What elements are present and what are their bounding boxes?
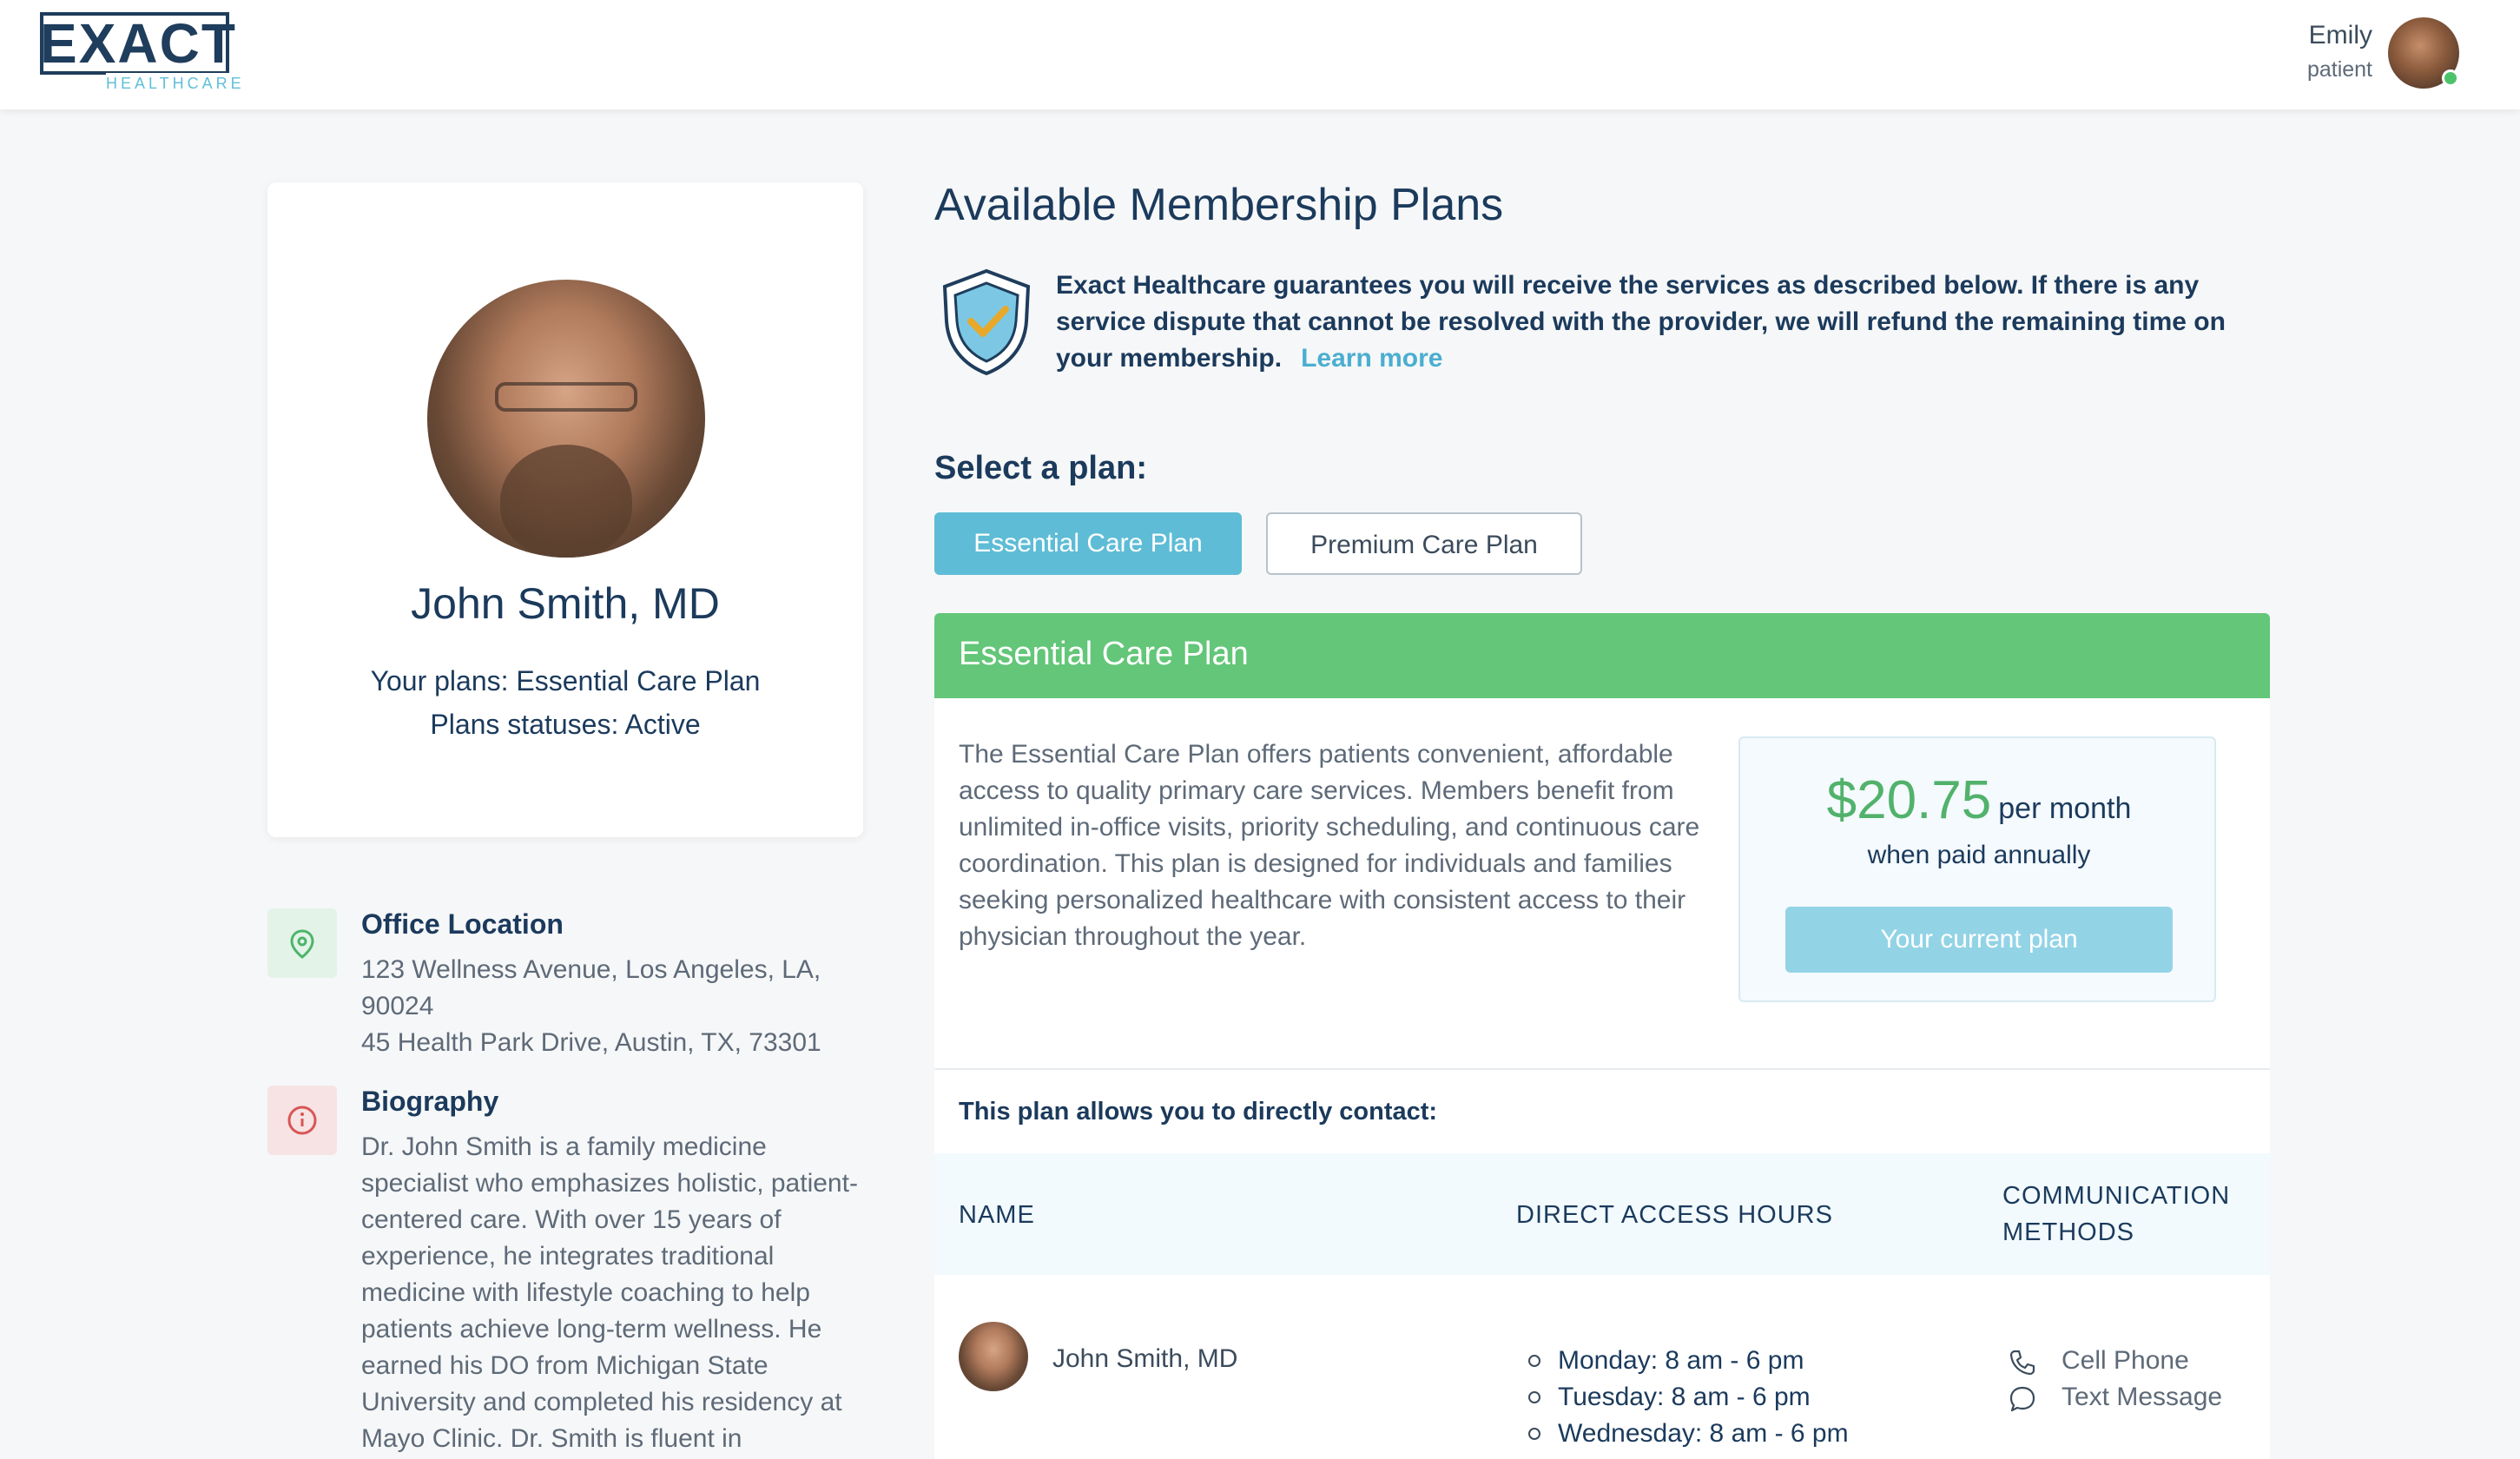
plan-details-card: Essential Care Plan The Essential Care P… — [934, 613, 2270, 1459]
price-line: $20.75 per month — [1740, 769, 2218, 831]
select-plan-label: Select a plan: — [934, 450, 1147, 486]
comm-method-text-message: Text Message — [2008, 1379, 2222, 1416]
hours-item: Monday: 8 am - 6 pm — [1528, 1343, 1849, 1379]
online-status-dot — [2442, 69, 2459, 87]
contact-avatar — [959, 1322, 1028, 1391]
current-plan-button[interactable]: Your current plan — [1785, 907, 2173, 973]
photo-glasses-shape — [495, 382, 637, 412]
info-icon — [287, 1106, 317, 1135]
photo-beard-shape — [500, 445, 632, 558]
hours-text: Wednesday: 8 am - 6 pm — [1558, 1419, 1849, 1448]
column-header-name: NAME — [959, 1201, 1035, 1229]
learn-more-link[interactable]: Learn more — [1301, 344, 1442, 373]
price-unit: per month — [1998, 792, 2132, 825]
location-pin-icon-box — [267, 908, 337, 978]
premium-care-plan-button[interactable]: Premium Care Plan — [1266, 512, 1582, 575]
hours-text: Monday: 8 am - 6 pm — [1558, 1346, 1804, 1375]
user-role: patient — [2306, 57, 2372, 82]
office-address-2: 45 Health Park Drive, Austin, TX, 73301 — [361, 1028, 821, 1057]
hours-item: Wednesday: 8 am - 6 pm — [1528, 1416, 1849, 1452]
column-header-hours: DIRECT ACCESS HOURS — [1516, 1201, 1833, 1229]
section-divider — [934, 1068, 2270, 1070]
comm-method-text: Cell Phone — [2062, 1346, 2189, 1375]
location-pin-icon — [290, 929, 314, 959]
office-location-title: Office Location — [361, 908, 564, 940]
comm-method-text: Text Message — [2062, 1383, 2223, 1411]
biography-text: Dr. John Smith is a family medicine spec… — [361, 1132, 858, 1453]
contact-name: John Smith, MD — [1052, 1344, 1238, 1373]
direct-access-hours-list: Monday: 8 am - 6 pm Tuesday: 8 am - 6 pm… — [1528, 1343, 1849, 1452]
office-address-1: 123 Wellness Avenue, Los Angeles, LA, 90… — [361, 955, 821, 1020]
guarantee-text: Exact Healthcare guarantees you will rec… — [1056, 267, 2254, 377]
provider-plans: Your plans: Essential Care Plan — [370, 665, 761, 696]
logo-word: EXACT — [40, 12, 237, 75]
top-header: EXACT HEALTHCARE Emily patient — [0, 0, 2520, 109]
guarantee-body: Exact Healthcare guarantees you will rec… — [1056, 271, 2226, 373]
plan-header-bar: Essential Care Plan — [934, 613, 2270, 698]
direct-contact-label: This plan allows you to directly contact… — [959, 1098, 1438, 1126]
exact-healthcare-logo[interactable]: EXACT HEALTHCARE — [40, 12, 245, 94]
provider-plan-status: Plans statuses: Active — [430, 709, 701, 740]
logo-subtext: HEALTHCARE — [106, 73, 245, 94]
price-amount: $20.75 — [1826, 770, 1992, 830]
price-box: $20.75 per month when paid annually Your … — [1738, 736, 2216, 1002]
bullet-icon — [1528, 1391, 1540, 1403]
phone-icon — [2009, 1350, 2035, 1376]
info-icon-box — [267, 1086, 337, 1155]
biography-title: Biography — [361, 1086, 499, 1117]
hours-item: Tuesday: 8 am - 6 pm — [1528, 1379, 1849, 1416]
plan-description: The Essential Care Plan offers patients … — [959, 740, 1700, 951]
hours-text: Tuesday: 8 am - 6 pm — [1558, 1383, 1811, 1411]
comm-method-cell-phone: Cell Phone — [2008, 1343, 2222, 1379]
communication-methods-list: Cell Phone Text Message — [2008, 1343, 2222, 1416]
column-header-comm: COMMUNICATION METHODS — [2002, 1182, 2231, 1246]
plan-title: Essential Care Plan — [959, 636, 1249, 672]
bullet-icon — [1528, 1428, 1540, 1440]
shield-check-icon — [942, 268, 1031, 376]
bullet-icon — [1528, 1355, 1540, 1367]
message-bubble-icon — [2009, 1386, 2035, 1412]
provider-name: John Smith, MD — [411, 579, 720, 628]
provider-profile-card: John Smith, MD Your plans: Essential Car… — [267, 182, 863, 837]
user-name[interactable]: Emily — [2309, 21, 2372, 50]
price-billing-note: when paid annually — [1867, 841, 2091, 869]
essential-care-plan-button[interactable]: Essential Care Plan — [934, 512, 1242, 575]
contact-table-header: NAME DIRECT ACCESS HOURS COMMUNICATION M… — [934, 1153, 2270, 1275]
provider-photo — [427, 280, 705, 558]
page-title: Available Membership Plans — [934, 180, 1504, 230]
